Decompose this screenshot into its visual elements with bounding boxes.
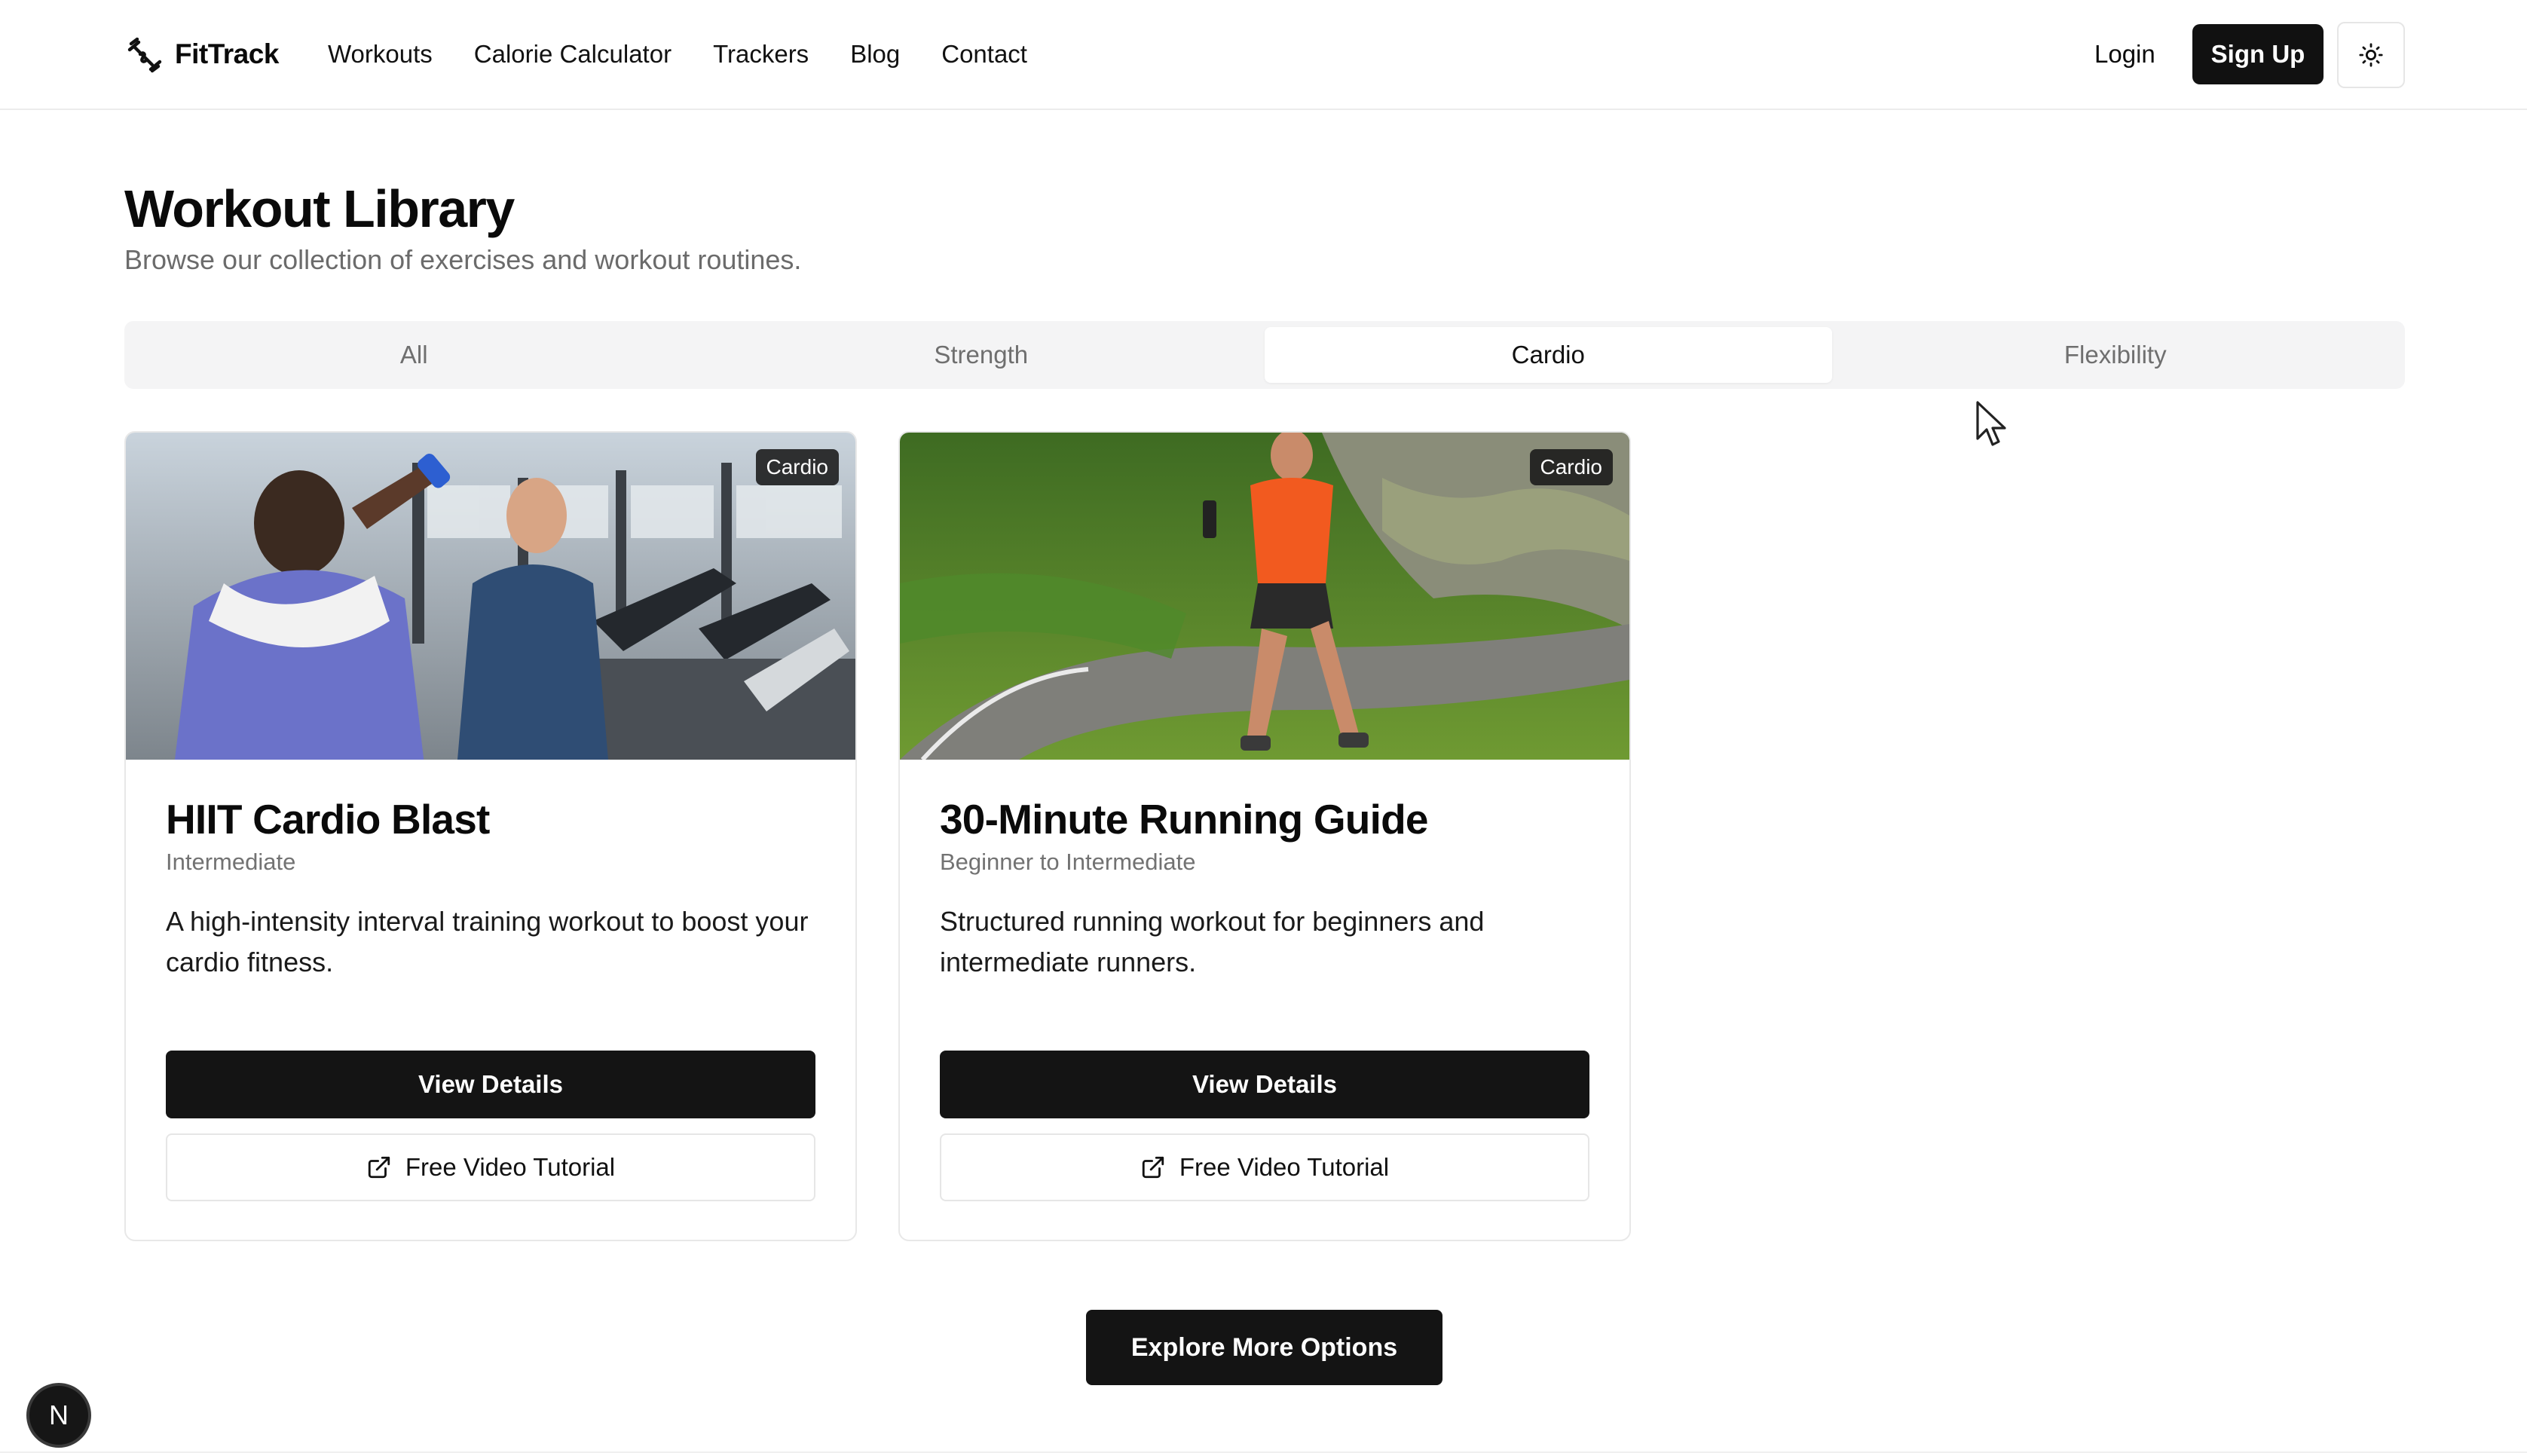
card-description: A high-intensity interval training worko… bbox=[166, 906, 809, 977]
workout-card: Cardio 30-Minute Running Guide Beginner … bbox=[898, 431, 1631, 1241]
nav-blog[interactable]: Blog bbox=[850, 38, 900, 71]
top-navbar: FitTrack Workouts Calorie Calculator Tra… bbox=[0, 0, 2527, 110]
tab-flexibility[interactable]: Flexibility bbox=[1832, 327, 2400, 383]
nav-contact[interactable]: Contact bbox=[941, 38, 1027, 71]
card-level: Intermediate bbox=[166, 849, 296, 875]
tab-all[interactable]: All bbox=[130, 327, 698, 383]
view-details-button[interactable]: View Details bbox=[166, 1051, 815, 1118]
tab-strength[interactable]: Strength bbox=[698, 327, 1265, 383]
video-tutorial-button[interactable]: Free Video Tutorial bbox=[166, 1133, 815, 1201]
page-title: Workout Library bbox=[124, 179, 515, 238]
explore-more-button[interactable]: Explore More Options bbox=[1086, 1310, 1442, 1385]
dev-tools-badge[interactable]: N bbox=[26, 1383, 91, 1448]
road-running-photo: Cardio bbox=[900, 433, 1629, 760]
external-link-icon bbox=[368, 1156, 390, 1179]
video-tutorial-label: Free Video Tutorial bbox=[405, 1153, 616, 1181]
gym-cardio-photo: Cardio bbox=[126, 433, 855, 760]
dumbbell-icon bbox=[127, 37, 162, 73]
mouse-cursor-icon bbox=[1976, 401, 2006, 446]
brand-logo[interactable]: FitTrack bbox=[125, 33, 279, 75]
nav-trackers[interactable]: Trackers bbox=[713, 38, 809, 71]
card-title: 30-Minute Running Guide bbox=[940, 796, 1428, 843]
view-details-button[interactable]: View Details bbox=[940, 1051, 1589, 1118]
page-subtitle: Browse our collection of exercises and w… bbox=[124, 244, 802, 275]
video-tutorial-button[interactable]: Free Video Tutorial bbox=[940, 1133, 1589, 1201]
category-badge: Cardio bbox=[1529, 449, 1613, 485]
workout-card: Cardio HIIT Cardio Blast Intermediate A … bbox=[124, 431, 857, 1241]
nav-workouts[interactable]: Workouts bbox=[328, 38, 433, 71]
theme-toggle-button[interactable] bbox=[2337, 22, 2405, 88]
main-nav: Workouts Calorie Calculator Trackers Blo… bbox=[328, 38, 1069, 71]
login-link[interactable]: Login bbox=[2094, 38, 2155, 71]
category-tabs: All Strength Cardio Flexibility bbox=[124, 321, 2405, 389]
nav-calorie-calculator[interactable]: Calorie Calculator bbox=[474, 38, 672, 71]
page-divider bbox=[0, 1451, 2527, 1453]
category-badge: Cardio bbox=[755, 449, 839, 485]
signup-button[interactable]: Sign Up bbox=[2192, 24, 2324, 84]
card-title: HIIT Cardio Blast bbox=[166, 796, 490, 843]
tab-cardio[interactable]: Cardio bbox=[1265, 327, 1832, 383]
video-tutorial-label: Free Video Tutorial bbox=[1179, 1153, 1390, 1181]
sun-icon bbox=[2359, 43, 2383, 67]
external-link-icon bbox=[1142, 1156, 1164, 1179]
brand-name: FitTrack bbox=[175, 38, 279, 69]
card-level: Beginner to Intermediate bbox=[940, 849, 1196, 875]
card-description: Structured running workout for beginners… bbox=[940, 906, 1485, 977]
